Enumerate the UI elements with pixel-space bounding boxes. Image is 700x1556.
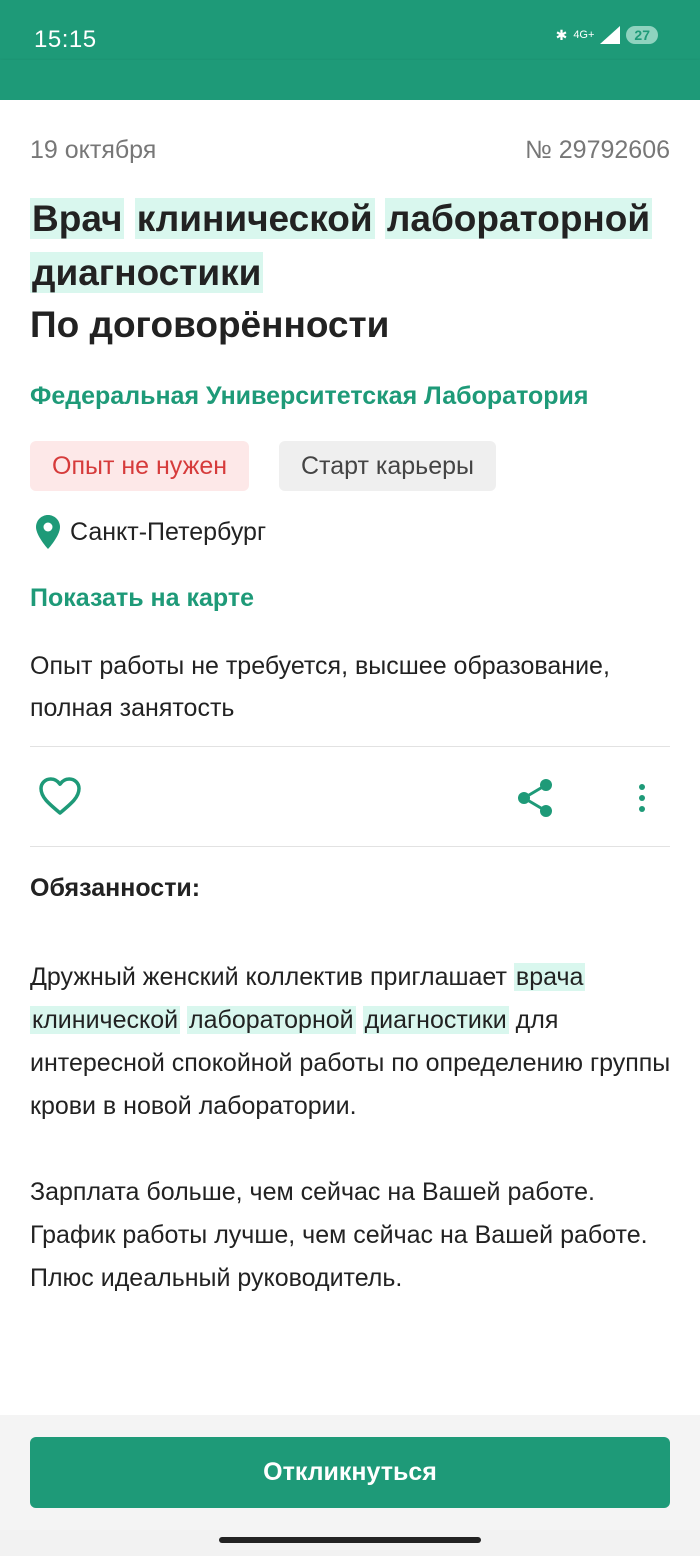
company-link[interactable]: Федеральная Университетская Лаборатория: [30, 382, 588, 411]
duties-heading: Обязанности:: [30, 874, 201, 902]
location: Санкт-Петербург: [36, 515, 266, 549]
highlighted-word: клинической: [30, 1006, 181, 1034]
status-bar: 15:15 ✱ 4G+ 27: [0, 0, 700, 60]
text: Дружный женский коллектив приглашает: [30, 963, 514, 991]
vacancy-number: № 29792606: [525, 136, 670, 164]
bluetooth-icon: ✱: [555, 26, 568, 43]
show-on-map-link[interactable]: Показать на карте: [30, 584, 254, 613]
signal-icon: [600, 26, 621, 44]
title-word: клинической: [134, 198, 375, 239]
highlighted-word: врача: [513, 963, 586, 991]
location-pin-icon: [36, 515, 60, 549]
description-line: График работы лучше, чем сейчас на Вашей…: [30, 1221, 648, 1249]
gesture-home-bar[interactable]: [219, 1537, 481, 1543]
title-word: Врач: [30, 198, 125, 239]
status-time: 15:15: [34, 26, 97, 53]
description-paragraph: Дружный женский коллектив приглашает вра…: [30, 956, 675, 1128]
description-line: Зарплата больше, чем сейчас на Вашей раб…: [30, 1178, 595, 1206]
vacancy-summary: Опыт работы не требуется, высшее образов…: [30, 652, 610, 722]
more-vert-icon[interactable]: [630, 780, 654, 816]
highlighted-word: диагностики: [362, 1006, 509, 1034]
vacancy-title: Врач клинической лабораторной диагностик…: [30, 192, 675, 300]
vacancy-salary: По договорённости: [30, 304, 390, 345]
description-line: Плюс идеальный руководитель.: [30, 1264, 403, 1292]
tag-career-start: Старт карьеры: [279, 441, 496, 491]
battery-indicator: 27: [626, 26, 658, 44]
divider: [30, 746, 670, 747]
highlighted-word: лабораторной: [187, 1006, 356, 1034]
vacancy-date: 19 октября: [30, 136, 157, 164]
title-word: лабораторной: [384, 198, 653, 239]
heart-icon[interactable]: [38, 776, 82, 816]
status-icons: ✱ 4G+ 27: [556, 26, 658, 44]
tag-experience: Опыт не нужен: [30, 441, 250, 491]
vacancy-description: Дружный женский коллектив приглашает вра…: [30, 956, 675, 1300]
apply-button[interactable]: Откликнуться: [30, 1437, 670, 1508]
divider: [30, 846, 670, 847]
network-label: 4G+: [573, 29, 595, 41]
title-word: диагностики: [30, 252, 264, 293]
location-text: Санкт-Петербург: [70, 517, 267, 546]
app-toolbar: [0, 60, 700, 100]
share-icon[interactable]: [515, 778, 555, 818]
